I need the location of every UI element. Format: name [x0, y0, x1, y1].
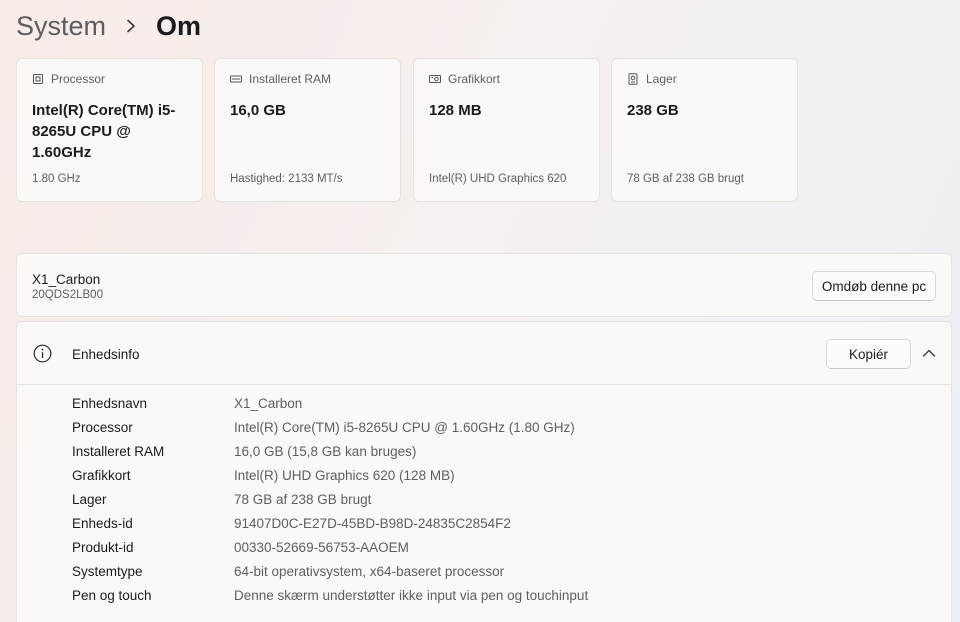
device-info-title: Enhedsinfo [72, 347, 140, 362]
spec-value: Denne skærm understøtter ikke input via … [234, 587, 589, 603]
spec-key: Produkt-id [72, 539, 134, 555]
card-graphics: Grafikkort 128 MB Intel(R) UHD Graphics … [413, 58, 600, 202]
spec-row-pen-touch: Pen og touch Denne skærm understøtter ik… [17, 583, 951, 607]
spec-key: Installeret RAM [72, 443, 165, 459]
card-ram: Installeret RAM 16,0 GB Hastighed: 2133 … [214, 58, 401, 202]
spec-row-graphics: Grafikkort Intel(R) UHD Graphics 620 (12… [17, 463, 951, 487]
spec-key: Grafikkort [72, 467, 131, 483]
card-sub: 1.80 GHz [32, 173, 81, 185]
device-name: X1_Carbon [32, 272, 101, 287]
spec-value: Intel(R) Core(TM) i5-8265U CPU @ 1.60GHz… [234, 419, 575, 435]
storage-icon [628, 73, 638, 85]
spec-row-ram: Installeret RAM 16,0 GB (15,8 GB kan bru… [17, 439, 951, 463]
breadcrumb-system[interactable]: System [16, 11, 106, 42]
device-model: 20QDS2LB00 [32, 289, 103, 301]
graphics-card-icon [429, 75, 441, 83]
device-info-header[interactable]: Enhedsinfo Kopiér [17, 322, 951, 385]
spec-value: X1_Carbon [234, 395, 303, 411]
processor-icon [33, 74, 43, 84]
info-icon [33, 344, 52, 363]
spec-key: Pen og touch [72, 587, 152, 603]
spec-row-product-id: Produkt-id 00330-52669-56753-AAOEM [17, 535, 951, 559]
spec-key: Enheds-id [72, 515, 133, 531]
spec-row-system-type: Systemtype 64-bit operativsystem, x64-ba… [17, 559, 951, 583]
spec-value: 00330-52669-56753-AAOEM [234, 539, 409, 555]
card-label: Lager [646, 72, 677, 86]
breadcrumb: System Om [16, 6, 201, 46]
card-label: Installeret RAM [249, 72, 332, 86]
rename-pc-button[interactable]: Omdøb denne pc [812, 271, 936, 301]
copy-button[interactable]: Kopiér [826, 339, 911, 369]
spec-row-device-name: Enhedsnavn X1_Carbon [17, 391, 951, 415]
card-value: Intel(R) Core(TM) i5-8265U CPU @ 1.60GHz [32, 102, 176, 161]
chevron-right-icon [124, 19, 138, 33]
spec-row-storage: Lager 78 GB af 238 GB brugt [17, 487, 951, 511]
card-label: Processor [51, 72, 106, 86]
card-value: 16,0 GB [230, 102, 286, 119]
card-sub: 78 GB af 238 GB brugt [627, 173, 744, 185]
page-title: Om [156, 10, 202, 41]
card-processor: Processor Intel(R) Core(TM) i5-8265U CPU… [16, 58, 203, 202]
spec-value: 78 GB af 238 GB brugt [234, 491, 372, 507]
card-label: Grafikkort [448, 72, 501, 86]
device-info-panel: Enhedsinfo Kopiér Enhedsnavn X1_Carbon P… [16, 321, 952, 622]
spec-key: Processor [72, 419, 133, 435]
spec-row-processor: Processor Intel(R) Core(TM) i5-8265U CPU… [17, 415, 951, 439]
device-name-bar: X1_Carbon 20QDS2LB00 Omdøb denne pc [16, 253, 952, 317]
spec-value: 91407D0C-E27D-45BD-B98D-24835C2854F2 [234, 515, 511, 531]
spec-key: Lager [72, 491, 107, 507]
card-value: 128 MB [429, 102, 482, 119]
card-sub: Hastighed: 2133 MT/s [230, 173, 343, 185]
chevron-up-icon[interactable] [918, 342, 940, 364]
spec-key: Systemtype [72, 563, 143, 579]
spec-value: 16,0 GB (15,8 GB kan bruges) [234, 443, 417, 459]
memory-icon [230, 75, 242, 83]
card-sub: Intel(R) UHD Graphics 620 [429, 173, 567, 185]
spec-value: 64-bit operativsystem, x64-baseret proce… [234, 563, 505, 579]
spec-row-device-id: Enheds-id 91407D0C-E27D-45BD-B98D-24835C… [17, 511, 951, 535]
card-storage: Lager 238 GB 78 GB af 238 GB brugt [611, 58, 798, 202]
spec-key: Enhedsnavn [72, 395, 148, 411]
card-value: 238 GB [627, 102, 679, 119]
spec-value: Intel(R) UHD Graphics 620 (128 MB) [234, 467, 455, 483]
